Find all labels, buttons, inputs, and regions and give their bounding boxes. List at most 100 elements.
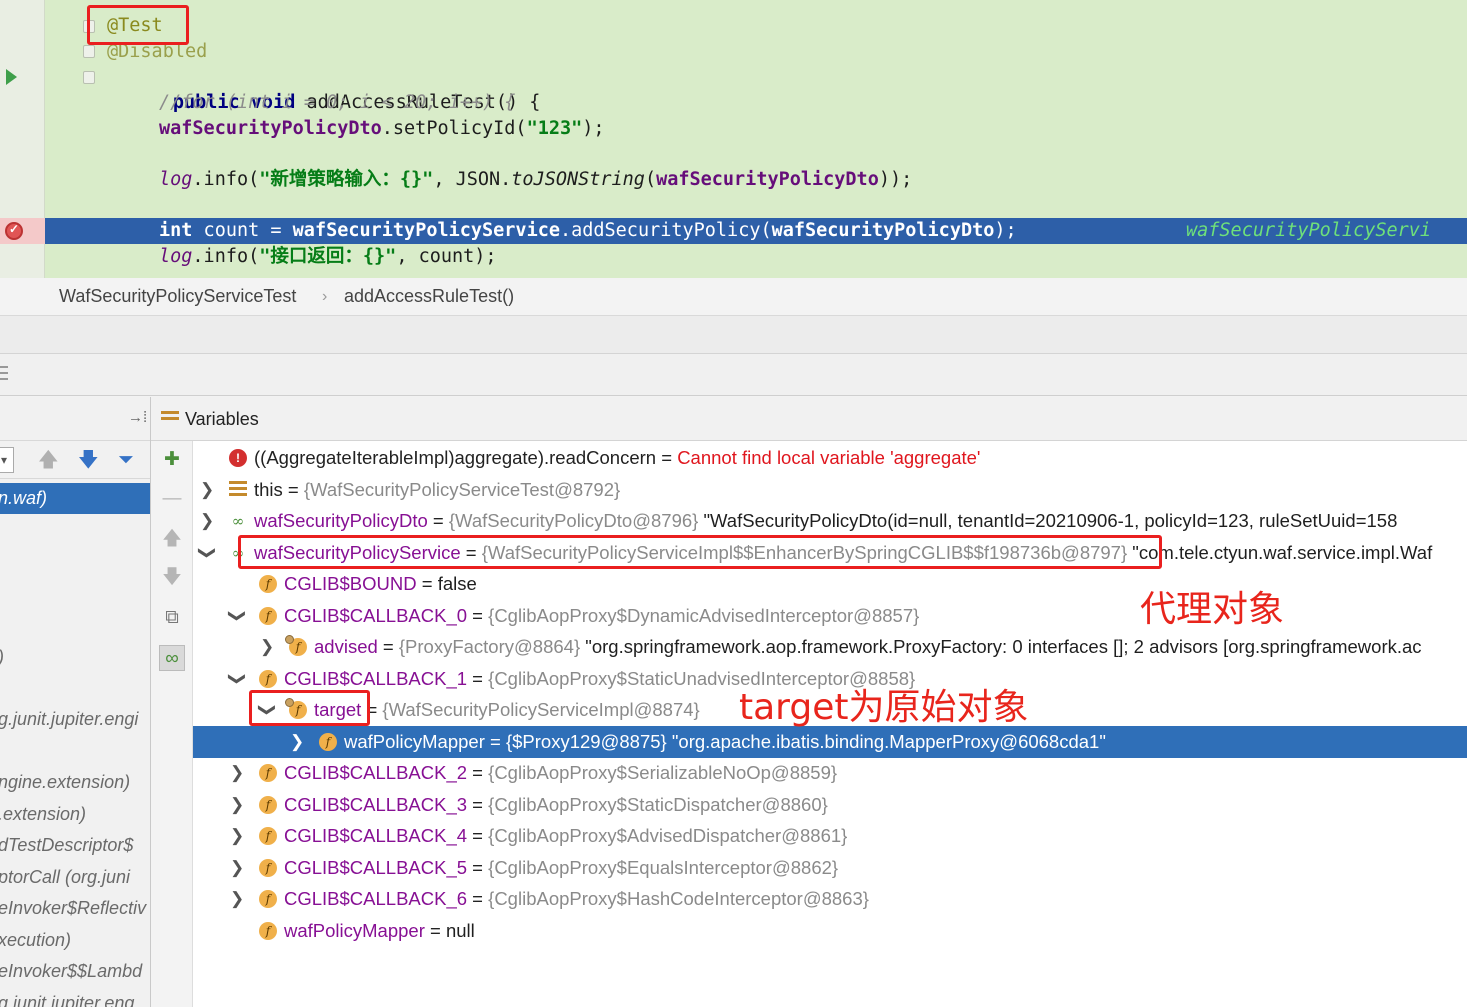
breadcrumb-method[interactable]: addAccessRuleTest() xyxy=(344,286,514,307)
editor-bottom-strip xyxy=(0,316,1467,354)
variables-icon xyxy=(161,411,179,426)
expand-arrow-icon[interactable]: ❯ xyxy=(230,757,244,789)
expand-arrow-icon[interactable]: ❯ xyxy=(230,883,244,915)
expand-arrow-icon[interactable]: ❯ xyxy=(230,852,244,884)
punct: , JSON. xyxy=(433,169,512,190)
code-line-current[interactable]: int count = wafSecurityPolicyService.add… xyxy=(0,218,1467,244)
watch-icon: ∞ xyxy=(231,512,245,530)
frame-row[interactable]: g.junit.jupiter.engi xyxy=(0,704,138,735)
show-watches-icon[interactable]: ∞ xyxy=(159,645,185,671)
thread-selector[interactable]: ▾ xyxy=(0,447,14,473)
frame-row[interactable]: ptorCall (org.juni xyxy=(0,862,130,893)
code-line[interactable]: @Test xyxy=(0,13,1467,39)
frame-row[interactable]: g.junit.jupiter.eng xyxy=(0,988,134,1007)
collapse-arrow-icon[interactable]: ❯ xyxy=(221,609,253,623)
frame-row[interactable]: eInvoker$Reflectiv xyxy=(0,893,146,924)
statement: log.info("新增策略输入：{}", JSON.toJSONString(… xyxy=(159,167,912,193)
code-line[interactable]: //for (int i = 0; i < 20; i++) { xyxy=(0,90,1467,116)
variable-row[interactable]: ❯ this = {WafSecurityPolicyServiceTest@8… xyxy=(193,474,1467,506)
frames-panel: →⁞ ▾ 🡅 🡇 ⏷ n.waf) ) g.junit.jupiter.engi… xyxy=(0,397,151,1007)
var-eq: = xyxy=(377,636,399,657)
expand-arrow-icon[interactable]: ❯ xyxy=(200,505,214,537)
call: .setPolicyId( xyxy=(381,118,527,139)
expand-arrow-icon[interactable]: ❯ xyxy=(200,474,214,506)
move-up-icon[interactable]: 🡅 xyxy=(159,526,185,552)
code-line[interactable]: @Disabled xyxy=(0,39,1467,65)
field-icon: f xyxy=(319,733,337,751)
log-ref: log xyxy=(159,169,193,190)
variable-row[interactable]: ! ((AggregateIterableImpl)aggregate).rea… xyxy=(193,442,1467,474)
debug-toolwindow-header xyxy=(0,354,1467,396)
highlight-box-target xyxy=(249,690,370,726)
code-editor[interactable]: @Test @Disabled public void addAccessRul… xyxy=(0,0,1467,278)
var-name: CGLIB$CALLBACK_5 xyxy=(284,857,468,878)
frame-row[interactable]: ) xyxy=(0,642,4,673)
breadcrumb-separator: › xyxy=(322,288,328,305)
var-type: {ProxyFactory@8864} xyxy=(398,636,581,657)
var-name: CGLIB$CALLBACK_6 xyxy=(284,888,468,909)
string-literal: "123" xyxy=(526,118,583,139)
code-line[interactable]: log.info("新增策略输入：{}", JSON.toJSONString(… xyxy=(0,167,1467,193)
variable-row[interactable]: ❯ ∞ wafSecurityPolicyDto = {WafSecurityP… xyxy=(193,505,1467,537)
variable-row[interactable]: ❯ f CGLIB$CALLBACK_4 = {CglibAopProxy$Ad… xyxy=(193,820,1467,852)
new-watch-icon[interactable]: ✚ xyxy=(159,447,185,473)
var-value: null xyxy=(445,920,475,941)
variable-row[interactable]: ❯ f CGLIB$CALLBACK_5 = {CglibAopProxy$Eq… xyxy=(193,852,1467,884)
variable-row[interactable]: f wafPolicyMapper = null xyxy=(193,915,1467,947)
collapse-arrow-icon[interactable]: ❯ xyxy=(221,672,253,686)
field-ref: wafSecurityPolicyDto xyxy=(771,220,995,241)
up-arrow-icon[interactable]: 🡅 xyxy=(38,449,59,471)
var-name: CGLIB$CALLBACK_4 xyxy=(284,825,468,846)
frame-row[interactable]: eInvoker$$Lambd xyxy=(0,956,142,987)
expand-arrow-icon[interactable]: ❯ xyxy=(230,820,244,852)
pin-icon[interactable]: →⁞ xyxy=(128,409,147,426)
frame-row[interactable]: dTestDescriptor$ xyxy=(0,830,133,861)
var-eq: = xyxy=(282,479,304,500)
filter-icon[interactable]: ⏷ xyxy=(118,449,134,471)
var-name: CGLIB$CALLBACK_3 xyxy=(284,794,468,815)
menu-icon[interactable] xyxy=(0,366,8,386)
var-name: ((AggregateIterableImpl)aggregate).readC… xyxy=(254,447,657,468)
static-method: toJSONString xyxy=(511,169,645,190)
frame-row[interactable]: ngine.extension) xyxy=(0,767,130,798)
variable-row[interactable]: ❯ f advised = {ProxyFactory@8864} "org.s… xyxy=(193,631,1467,663)
variable-row[interactable]: ❯ f CGLIB$CALLBACK_3 = {CglibAopProxy$St… xyxy=(193,789,1467,821)
field-icon: f xyxy=(259,796,277,814)
code-line[interactable]: log.info("接口返回：{}", count); xyxy=(0,244,1467,270)
highlight-box-test xyxy=(87,5,189,45)
frame-row[interactable]: xecution) xyxy=(0,925,71,956)
code-line[interactable]: public void addAccessRuleTest() { xyxy=(0,64,1467,113)
var-error-value: Cannot find local variable 'aggregate' xyxy=(677,447,981,468)
var-eq: = xyxy=(484,731,506,752)
var-value: false xyxy=(437,573,477,594)
breadcrumb-class[interactable]: WafSecurityPolicyServiceTest xyxy=(59,286,296,307)
frames-header: →⁞ xyxy=(0,397,150,441)
code-line[interactable]: wafSecurityPolicyDto.setPolicyId("123"); xyxy=(0,116,1467,142)
frame-row[interactable]: .extension) xyxy=(0,799,86,830)
local-var: count = xyxy=(192,220,293,241)
statement: wafSecurityPolicyDto.setPolicyId("123"); xyxy=(159,116,605,142)
copy-icon[interactable]: ⧉ xyxy=(159,605,185,631)
move-down-icon[interactable]: 🡇 xyxy=(159,565,185,591)
var-name: wafPolicyMapper xyxy=(284,920,425,941)
variable-row[interactable]: ❯ f CGLIB$CALLBACK_6 = {CglibAopProxy$Ha… xyxy=(193,883,1467,915)
variable-row-selected[interactable]: ❯ f wafPolicyMapper = {$Proxy129@8875} "… xyxy=(193,726,1467,758)
var-eq: = xyxy=(427,510,449,531)
field-icon: f xyxy=(259,607,277,625)
remove-watch-icon[interactable]: — xyxy=(159,486,185,512)
call: .info( xyxy=(192,246,260,267)
var-type: {CglibAopProxy$SerializableNoOp@8859} xyxy=(488,762,838,783)
variable-row[interactable]: ❯ f CGLIB$CALLBACK_2 = {CglibAopProxy$Se… xyxy=(193,757,1467,789)
var-type: {CglibAopProxy$EqualsInterceptor@8862} xyxy=(488,857,839,878)
frame-row-selected[interactable]: n.waf) xyxy=(0,483,150,514)
var-eq: = xyxy=(467,762,489,783)
expand-arrow-icon[interactable]: ❯ xyxy=(260,631,274,663)
frame-label: n.waf) xyxy=(0,488,48,508)
var-name: CGLIB$CALLBACK_2 xyxy=(284,762,468,783)
expand-arrow-icon[interactable]: ❯ xyxy=(230,789,244,821)
var-name: CGLIB$CALLBACK_0 xyxy=(284,605,468,626)
collapse-arrow-icon[interactable]: ❯ xyxy=(191,546,223,560)
down-arrow-icon[interactable]: 🡇 xyxy=(78,449,99,471)
expand-arrow-icon[interactable]: ❯ xyxy=(290,726,304,758)
var-name: advised xyxy=(314,636,378,657)
